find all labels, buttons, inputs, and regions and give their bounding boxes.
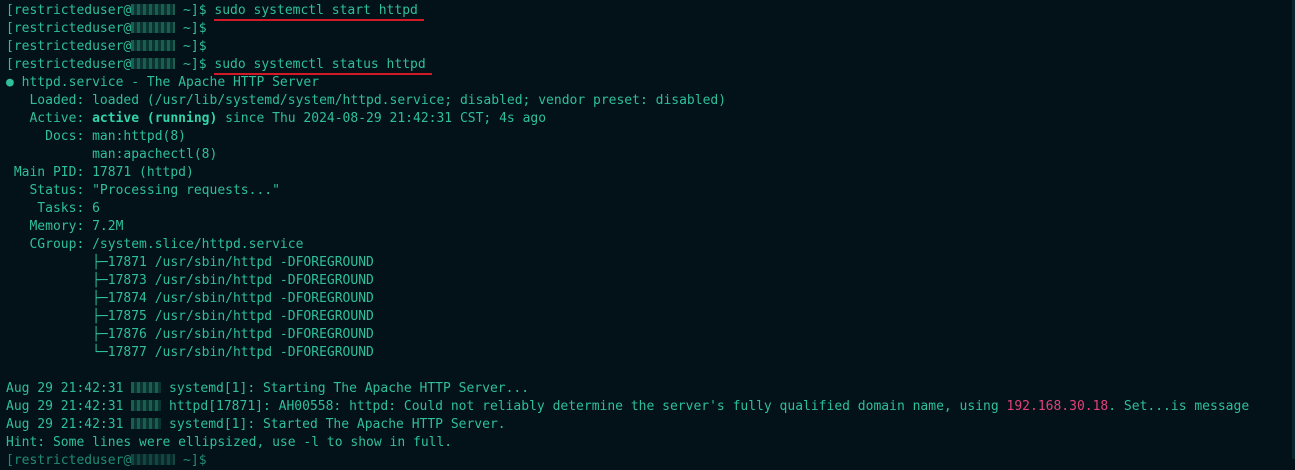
active-line: Active: active (running) since Thu 2024-… <box>6 111 547 126</box>
prompt-line: [restricteduser@ ~]$ <box>6 21 215 36</box>
memory-line: Memory: 7.2M <box>6 219 124 234</box>
process-line: ├─17871 /usr/sbin/httpd -DFOREGROUND <box>6 255 374 270</box>
prompt-line: [restricteduser@ ~]$ sudo systemctl star… <box>6 2 1295 21</box>
prompt-user: [restricteduser@ <box>6 3 132 18</box>
process-line: ├─17873 /usr/sbin/httpd -DFOREGROUND <box>6 273 374 288</box>
redacted-hostname <box>131 454 176 465</box>
log-line: Aug 29 21:42:31 systemd[1]: Starting The… <box>6 381 530 396</box>
redacted-hostname <box>131 22 176 33</box>
redacted-hostname <box>131 400 162 411</box>
terminal-window[interactable]: [restricteduser@ ~]$ sudo systemctl star… <box>0 0 1295 468</box>
prompt-line: [restricteduser@ ~]$ sudo systemctl stat… <box>6 56 1295 75</box>
redacted-hostname <box>131 58 176 69</box>
redacted-hostname <box>131 40 176 51</box>
process-line: └─17877 /usr/sbin/httpd -DFOREGROUND <box>6 345 374 360</box>
status-dot-icon: ● <box>6 75 14 90</box>
docs-line: Docs: man:httpd(8) <box>6 129 187 144</box>
command-status: sudo systemctl status httpd <box>214 57 432 75</box>
log-line: Aug 29 21:42:31 httpd[17871]: AH00558: h… <box>6 399 1250 414</box>
loaded-line: Loaded: loaded (/usr/lib/systemd/system/… <box>6 93 727 108</box>
docs-line: man:apachectl(8) <box>6 147 218 162</box>
process-line: ├─17876 /usr/sbin/httpd -DFOREGROUND <box>6 327 374 342</box>
process-line: ├─17874 /usr/sbin/httpd -DFOREGROUND <box>6 291 374 306</box>
active-state: active (running) <box>92 111 218 126</box>
command-start: sudo systemctl start httpd <box>214 3 424 21</box>
main-pid-line: Main PID: 17871 (httpd) <box>6 165 194 180</box>
redacted-hostname <box>131 418 162 429</box>
status-line: Status: "Processing requests..." <box>6 183 280 198</box>
prompt-line: [restricteduser@ ~]$ <box>6 39 215 54</box>
redacted-hostname <box>131 4 176 15</box>
prompt-tail: ~]$ <box>175 3 215 18</box>
tasks-line: Tasks: 6 <box>6 201 100 216</box>
cgroup-line: CGroup: /system.slice/httpd.service <box>6 237 304 252</box>
unit-line: ● httpd.service - The Apache HTTP Server <box>6 75 320 90</box>
process-line: ├─17875 /usr/sbin/httpd -DFOREGROUND <box>6 309 374 324</box>
prompt-line-partial: [restricteduser@ ~]$ <box>6 453 215 468</box>
ip-address: 192.168.30.18 <box>1006 399 1109 414</box>
log-line: Aug 29 21:42:31 systemd[1]: Started The … <box>6 417 506 432</box>
hint-line: Hint: Some lines were ellipsized, use -l… <box>6 435 453 450</box>
redacted-hostname <box>131 382 162 393</box>
